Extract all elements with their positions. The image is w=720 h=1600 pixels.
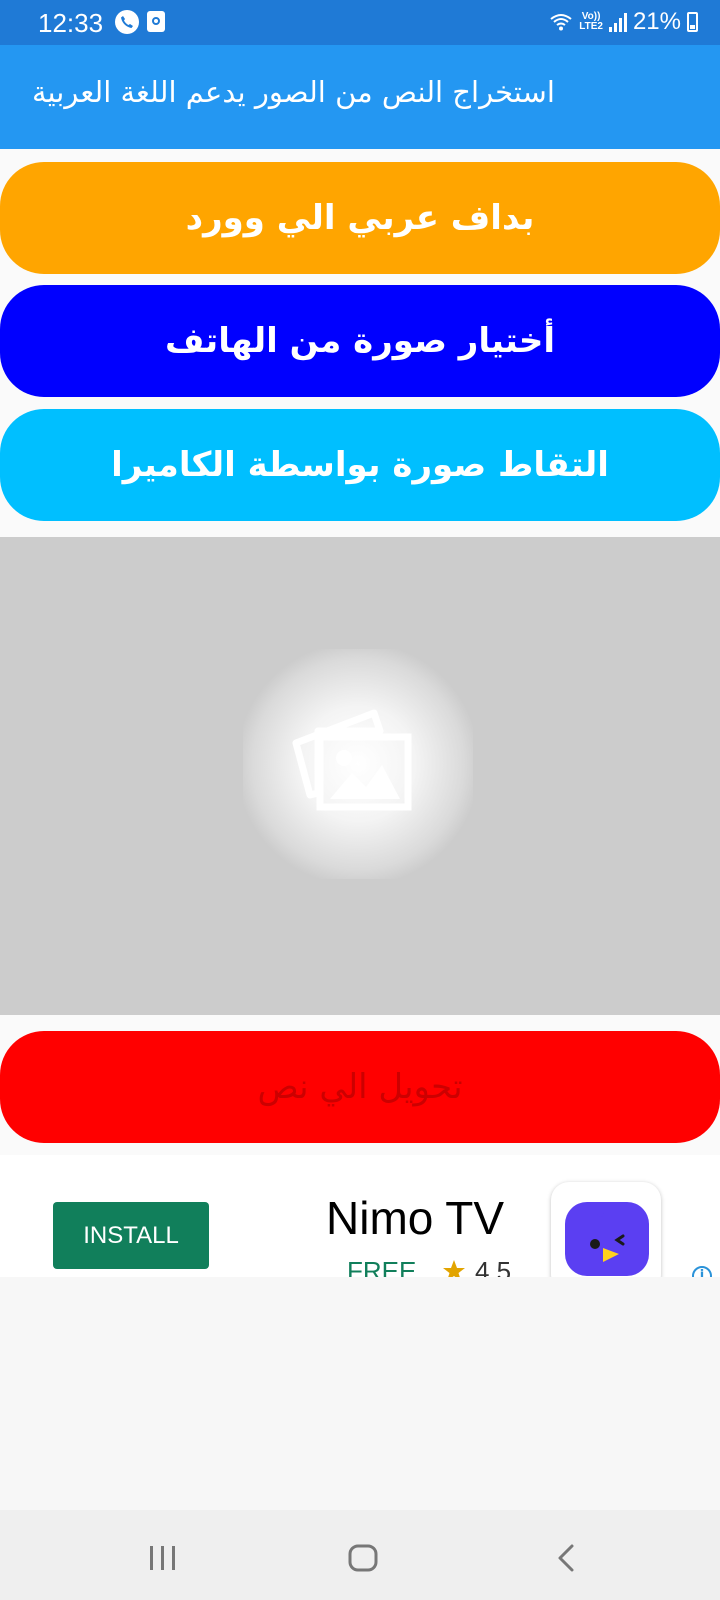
nimo-tv-app-icon — [565, 1201, 649, 1276]
image-preview[interactable] — [0, 537, 720, 1015]
battery-icon — [687, 12, 698, 32]
ad-app-icon[interactable] — [551, 1182, 661, 1277]
phone-call-icon — [115, 10, 139, 34]
convert-to-text-button[interactable]: تحويل الي نص — [0, 1031, 720, 1143]
signal-icon — [608, 12, 627, 32]
app-bar: استخراج النص من الصور يدعم اللغة العربية — [0, 45, 720, 149]
app-title: استخراج النص من الصور يدعم اللغة العربية — [32, 75, 555, 109]
image-placeholder-icon — [292, 709, 412, 811]
battery-percentage: 21% — [632, 8, 681, 35]
capture-image-with-camera-button[interactable]: التقاط صورة بواسطة الكاميرا — [0, 409, 720, 521]
status-time: 12:33 — [38, 8, 104, 38]
back-icon[interactable] — [556, 1543, 576, 1573]
ad-app-name: Nimo TV — [326, 1192, 505, 1244]
pick-image-from-phone-button[interactable]: أختيار صورة من الهاتف — [0, 285, 720, 397]
network-label-bottom: LTE2 — [579, 21, 603, 32]
navigation-bar — [0, 1510, 720, 1600]
ad-info-icon[interactable]: i — [692, 1266, 712, 1277]
sim-icon — [147, 11, 165, 32]
pdf-to-word-button[interactable]: بداف عربي الي وورد — [0, 162, 720, 274]
star-icon — [443, 1260, 465, 1277]
install-button[interactable]: INSTALL — [53, 1202, 209, 1269]
ad-banner[interactable]: INSTALL Nimo TV FREE 4.5 i — [0, 1155, 720, 1277]
recents-icon[interactable] — [148, 1544, 178, 1572]
main-content: بداف عربي الي وورد أختيار صورة من الهاتف… — [0, 149, 720, 1155]
ad-price: FREE — [347, 1256, 417, 1277]
status-indicators: Vo)) LTE2 21% — [549, 6, 698, 38]
empty-space — [0, 1277, 720, 1510]
network-type: Vo)) LTE2 — [579, 12, 603, 32]
wifi-icon — [550, 14, 572, 31]
home-icon[interactable] — [347, 1543, 379, 1573]
status-bar: 12:33 Vo)) LTE2 21% — [0, 0, 720, 45]
ad-rating: 4.5 — [475, 1256, 512, 1277]
